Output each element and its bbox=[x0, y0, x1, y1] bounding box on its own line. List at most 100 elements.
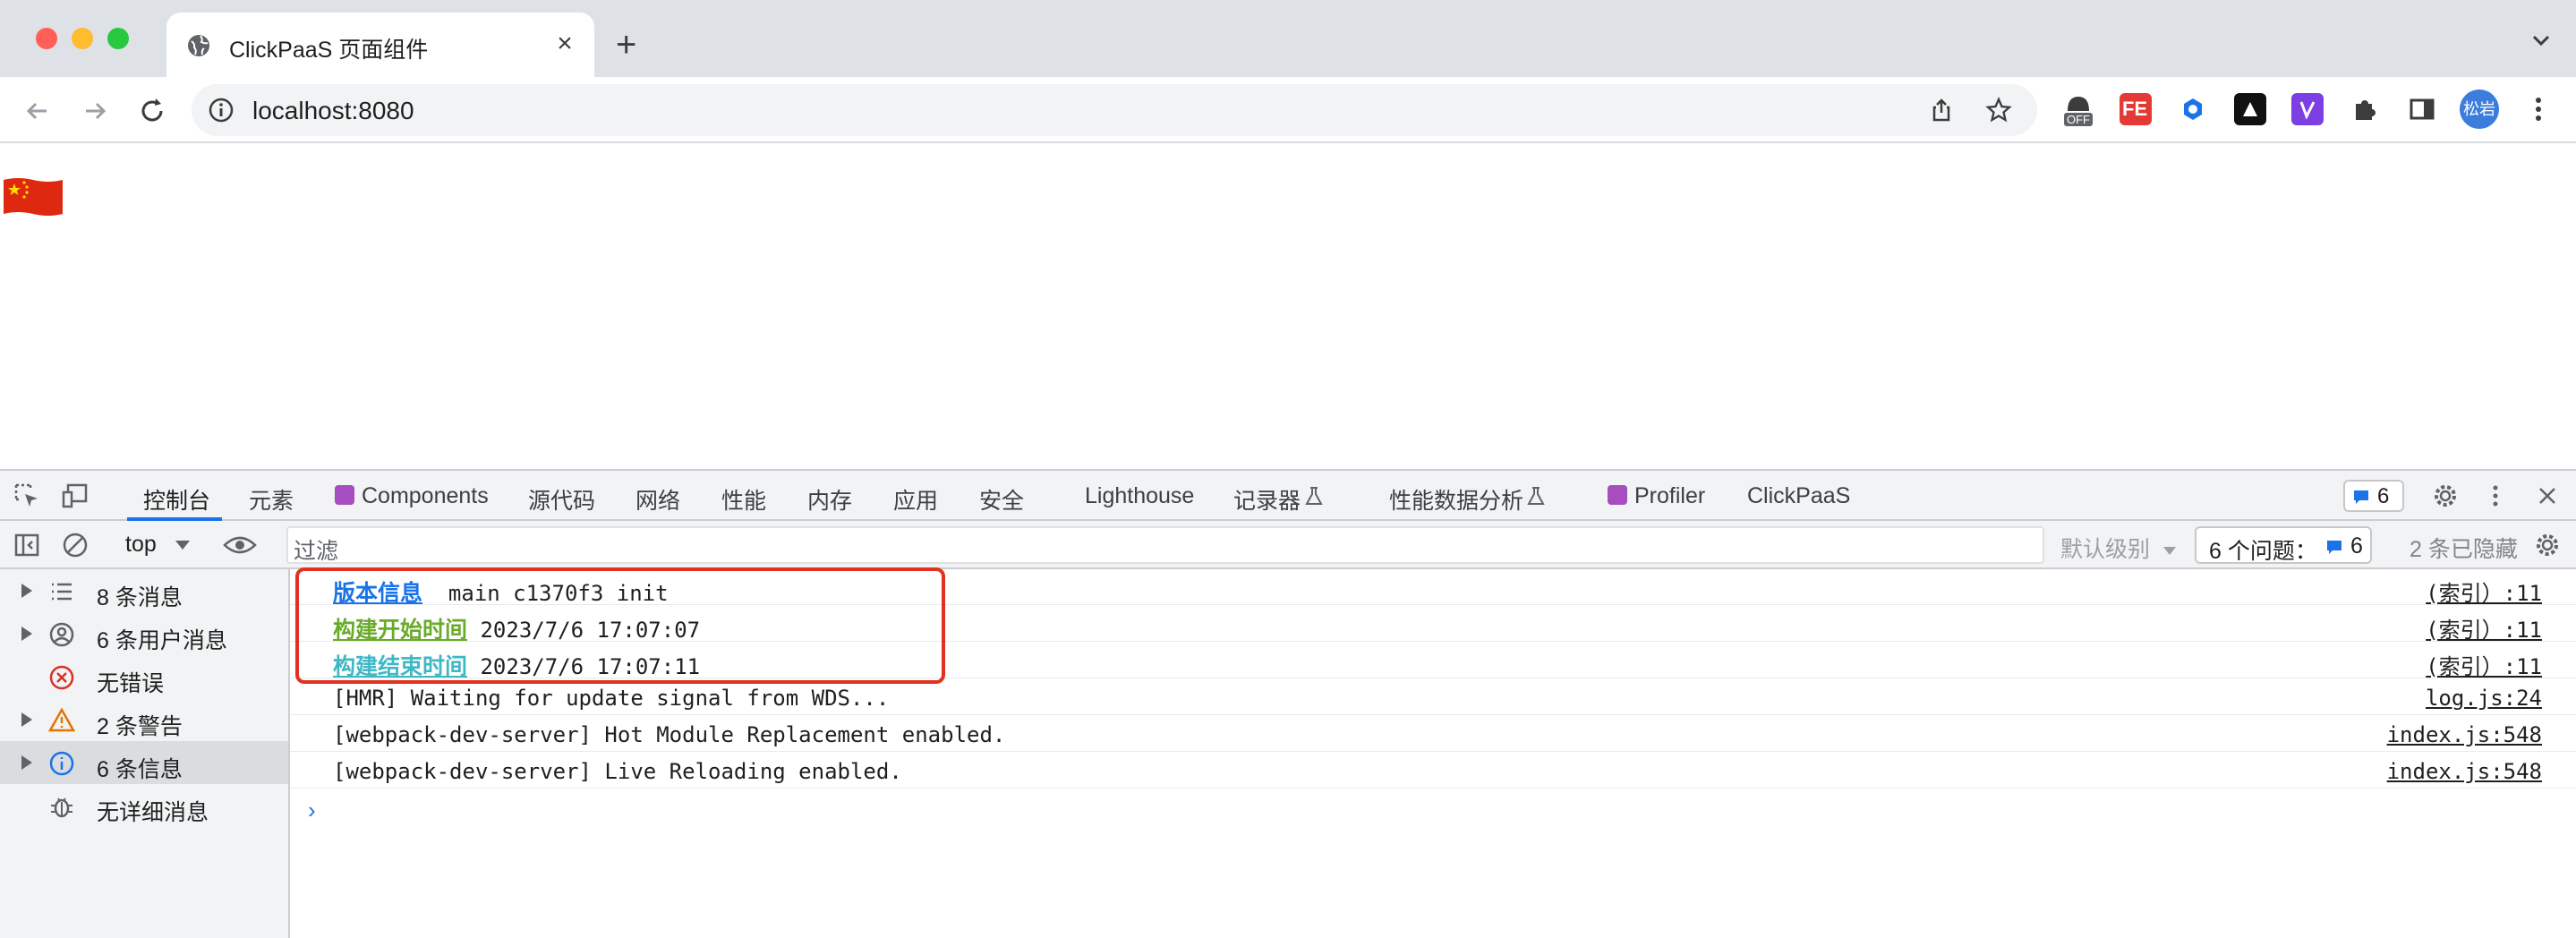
flask-icon bbox=[1305, 487, 1323, 505]
fe-extension-icon[interactable]: FE bbox=[2120, 93, 2152, 125]
log-levels-dropdown[interactable]: 默认级别 bbox=[2060, 532, 2176, 564]
source-link[interactable]: index.js:548 bbox=[2387, 722, 2542, 747]
expand-arrow-icon[interactable] bbox=[21, 755, 32, 770]
tab-components[interactable]: Components bbox=[362, 483, 489, 509]
sidebar-item-user-messages[interactable]: 6 条用户消息 bbox=[0, 612, 288, 655]
tab-close-icon[interactable]: × bbox=[550, 29, 580, 59]
tab-performance[interactable]: 性能 bbox=[721, 483, 766, 516]
bug-icon bbox=[51, 797, 73, 818]
source-link[interactable]: index.js:548 bbox=[2387, 759, 2542, 784]
console-settings-gear-icon[interactable] bbox=[2533, 531, 2562, 559]
filter-input[interactable]: 过滤 bbox=[286, 526, 2044, 564]
tab-recorder[interactable]: 记录器 bbox=[1233, 483, 1301, 516]
console-filter-bar: top 过滤 默认级别 6 个问题： 6 2 条已隐藏 bbox=[0, 521, 2576, 569]
eye-icon[interactable] bbox=[222, 531, 258, 559]
info-icon bbox=[49, 751, 74, 776]
window-maximize-button[interactable] bbox=[107, 28, 129, 49]
side-panel-icon[interactable] bbox=[2406, 93, 2438, 125]
console-message-text: [webpack-dev-server] Hot Module Replacem… bbox=[333, 722, 1006, 747]
close-devtools-icon[interactable] bbox=[2533, 482, 2562, 510]
source-link[interactable]: (索引）:11 bbox=[2426, 576, 2542, 607]
extension-off-icon[interactable]: OFF bbox=[2062, 93, 2094, 126]
vue-extension-icon[interactable] bbox=[2291, 93, 2324, 125]
dropdown-arrow-icon bbox=[175, 541, 190, 550]
react-profiler-icon bbox=[1608, 485, 1627, 505]
dropdown-arrow-icon bbox=[2162, 546, 2176, 555]
source-link[interactable]: (索引）:11 bbox=[2426, 649, 2542, 680]
window-close-button[interactable] bbox=[36, 28, 57, 49]
dark-extension-icon[interactable] bbox=[2234, 93, 2266, 125]
list-icon bbox=[52, 583, 72, 601]
url-text: localhost:8080 bbox=[252, 97, 414, 124]
tab-application[interactable]: 应用 bbox=[893, 483, 938, 516]
message-icon bbox=[2327, 541, 2341, 554]
puzzle-icon[interactable] bbox=[2349, 93, 2381, 125]
console-sidebar: 8 条消息 6 条用户消息 无错误 2 条警告 6 条信息 无详细消息 bbox=[0, 569, 290, 938]
console-message-text: [webpack-dev-server] Live Reloading enab… bbox=[333, 759, 902, 784]
tab-elements[interactable]: 元素 bbox=[249, 483, 294, 516]
window-minimize-button[interactable] bbox=[72, 28, 93, 49]
console-message-text: [HMR] Waiting for update signal from WDS… bbox=[333, 686, 890, 711]
sidebar-item-messages[interactable]: 8 条消息 bbox=[0, 569, 288, 612]
expand-arrow-icon[interactable] bbox=[21, 584, 32, 598]
tab-title: ClickPaaS 页面组件 bbox=[229, 38, 429, 63]
console-row: [webpack-dev-server] Live Reloading enab… bbox=[290, 753, 2576, 789]
tab-console[interactable]: 控制台 bbox=[143, 483, 210, 516]
expand-arrow-icon[interactable] bbox=[21, 627, 32, 641]
device-toolbar-icon[interactable] bbox=[61, 482, 90, 510]
console-row: [webpack-dev-server] Hot Module Replacem… bbox=[290, 716, 2576, 752]
chevron-down-icon[interactable] bbox=[2529, 29, 2553, 52]
sidebar-item-errors[interactable]: 无错误 bbox=[0, 655, 288, 698]
highlight-annotation-box bbox=[295, 567, 945, 684]
issues-badge[interactable]: 6 bbox=[2343, 480, 2404, 512]
forward-arrow-icon[interactable] bbox=[77, 93, 113, 129]
warning-icon bbox=[48, 707, 75, 732]
browser-tab[interactable]: ClickPaaS 页面组件 × bbox=[166, 13, 594, 77]
sidebar-toggle-icon[interactable] bbox=[13, 531, 41, 559]
settings-gear-icon[interactable] bbox=[2431, 482, 2460, 510]
tab-performance-insights[interactable]: 性能数据分析 bbox=[1389, 483, 1523, 516]
profile-avatar[interactable]: 松岩 bbox=[2460, 90, 2499, 129]
back-arrow-icon[interactable] bbox=[20, 93, 55, 129]
devtools-panel: 控制台 元素 Components 源代码 网络 性能 内存 应用 安全 Lig… bbox=[0, 469, 2576, 938]
user-icon bbox=[49, 622, 74, 647]
source-link[interactable]: log.js:24 bbox=[2426, 686, 2542, 711]
share-icon[interactable] bbox=[1928, 97, 1955, 124]
react-components-icon bbox=[335, 485, 354, 505]
info-icon[interactable] bbox=[208, 97, 235, 124]
hidden-messages-count: 2 条已隐藏 bbox=[2410, 537, 2518, 562]
source-link[interactable]: (索引）:11 bbox=[2426, 612, 2542, 644]
page-content bbox=[0, 143, 2576, 469]
inspect-element-icon[interactable] bbox=[13, 482, 41, 510]
sidebar-item-verbose[interactable]: 无详细消息 bbox=[0, 784, 288, 827]
devtools-tab-bar: 控制台 元素 Components 源代码 网络 性能 内存 应用 安全 Lig… bbox=[0, 471, 2576, 521]
globe-icon bbox=[188, 35, 209, 56]
more-options-icon[interactable] bbox=[2481, 482, 2510, 510]
sidebar-item-info[interactable]: 6 条信息 bbox=[0, 741, 288, 784]
sidebar-item-warnings[interactable]: 2 条警告 bbox=[0, 698, 288, 741]
address-bar[interactable]: localhost:8080 bbox=[192, 84, 2037, 136]
clear-console-icon[interactable] bbox=[61, 531, 90, 559]
tab-memory[interactable]: 内存 bbox=[807, 483, 852, 516]
console-row: [HMR] Waiting for update signal from WDS… bbox=[290, 679, 2576, 715]
message-icon bbox=[2354, 490, 2368, 504]
new-tab-button[interactable]: + bbox=[616, 27, 636, 63]
error-icon bbox=[49, 665, 74, 690]
context-selector[interactable]: top bbox=[125, 532, 190, 558]
tab-clickpaas[interactable]: ClickPaaS bbox=[1747, 483, 1850, 509]
reload-icon[interactable] bbox=[134, 93, 170, 129]
tab-profiler[interactable]: Profiler bbox=[1634, 483, 1705, 509]
expand-arrow-icon[interactable] bbox=[21, 712, 32, 727]
more-menu-icon[interactable] bbox=[2522, 93, 2555, 125]
star-icon[interactable] bbox=[1985, 97, 2012, 124]
console-prompt[interactable]: › bbox=[308, 797, 316, 824]
browser-toolbar: localhost:8080 OFF FE 松岩 bbox=[0, 77, 2576, 143]
tab-network[interactable]: 网络 bbox=[635, 483, 680, 516]
china-flag-icon bbox=[4, 178, 63, 216]
issues-button[interactable]: 6 个问题： 6 bbox=[2195, 526, 2372, 564]
tab-sources[interactable]: 源代码 bbox=[528, 483, 595, 516]
tab-lighthouse[interactable]: Lighthouse bbox=[1085, 483, 1194, 509]
hexagon-extension-icon[interactable] bbox=[2177, 93, 2209, 125]
tab-strip: ClickPaaS 页面组件 × + bbox=[0, 0, 2576, 77]
tab-security[interactable]: 安全 bbox=[979, 483, 1024, 516]
